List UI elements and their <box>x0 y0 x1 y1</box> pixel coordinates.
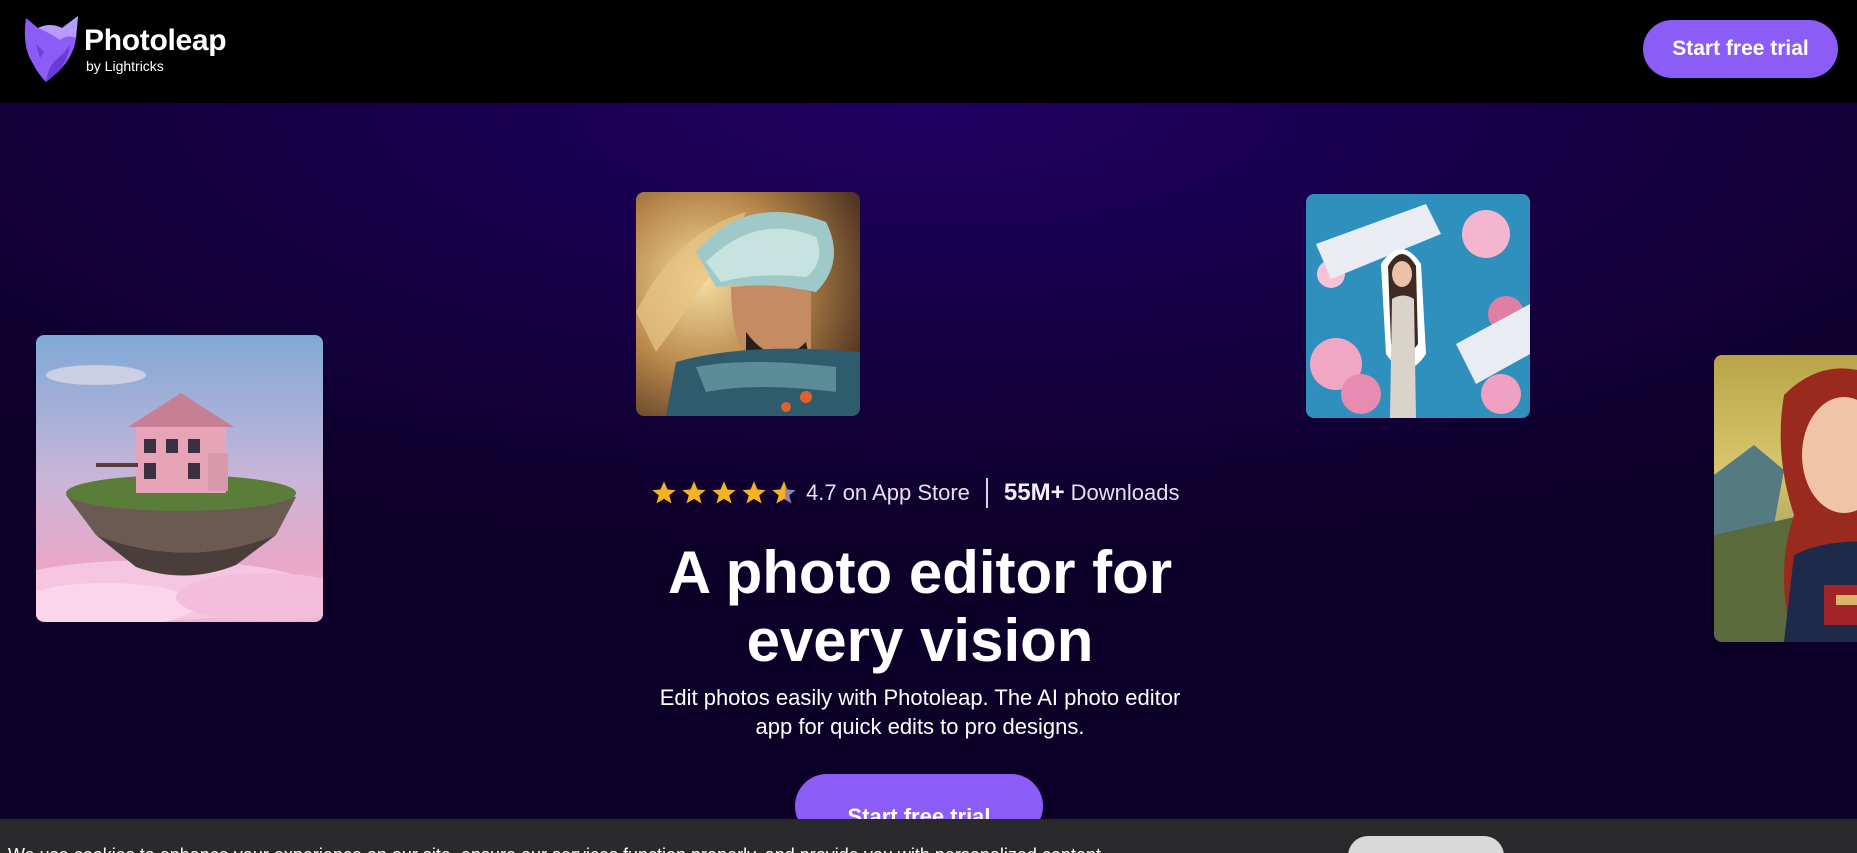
rating-row: 4.7 on App Store 55M+ Downloads <box>650 473 1210 513</box>
half-star-icon <box>772 481 796 504</box>
header-start-trial-button[interactable]: Start free trial <box>1643 20 1838 78</box>
cookie-banner: We use cookies to enhance your experienc… <box>0 819 1857 853</box>
downloads-label: Downloads <box>1070 480 1180 505</box>
page-title: A photo editor for every vision <box>520 539 1320 675</box>
cookie-accept-button[interactable] <box>1348 836 1504 853</box>
subhead-line-2: app for quick edits to pro designs. <box>755 714 1085 739</box>
renaissance-portrait-image <box>1714 355 1857 642</box>
headline-line-1: A photo editor for <box>667 539 1173 606</box>
hero-description: Edit photos easily with Photoleap. The A… <box>560 683 1280 741</box>
downloads-count: 55M+ <box>1003 479 1065 506</box>
star-rating <box>650 479 800 507</box>
star-icon <box>712 481 736 504</box>
cookie-text: We use cookies to enhance your experienc… <box>8 845 1106 853</box>
floral-collage-image <box>1306 194 1530 418</box>
floating-house-image <box>36 335 323 622</box>
fox-logo-icon <box>24 16 78 82</box>
warrior-portrait-image <box>636 192 860 416</box>
star-icon <box>652 481 676 504</box>
brand-name: Photoleap <box>84 24 227 57</box>
star-icon <box>742 481 766 504</box>
photoleap-logo[interactable]: Photoleap by Lightricks <box>18 14 227 84</box>
site-header: Photoleap by Lightricks Start free trial <box>0 0 1857 103</box>
headline-line-2: every vision <box>746 607 1094 674</box>
app-store-rating: 4.7 on App Store <box>806 480 970 505</box>
subhead-line-1: Edit photos easily with Photoleap. The A… <box>659 685 1181 710</box>
hero-section: 4.7 on App Store 55M+ Downloads A photo … <box>0 103 1857 853</box>
logo-text: Photoleap by Lightricks <box>84 24 227 74</box>
star-icon <box>682 481 706 504</box>
brand-subtitle: by Lightricks <box>86 58 164 74</box>
divider <box>985 478 988 508</box>
